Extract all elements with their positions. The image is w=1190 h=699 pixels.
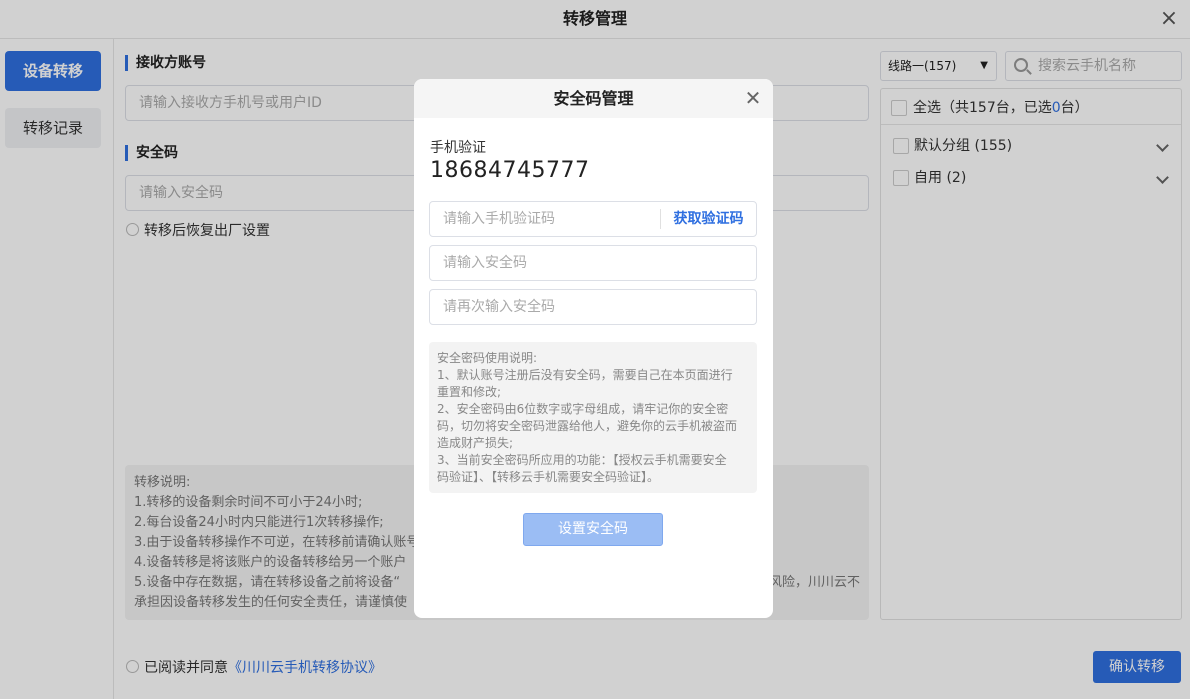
desc-line: 安全密码使用说明: [437, 351, 538, 365]
modal-close-icon[interactable]: ✕ [743, 88, 763, 108]
modal-header: 安全码管理 ✕ [414, 79, 773, 118]
modal-title: 安全码管理 [553, 89, 634, 108]
sms-code-input[interactable]: 请输入手机验证码 获取验证码 [429, 201, 757, 237]
confirm-security-code-input[interactable]: 请再次输入安全码 [429, 289, 757, 325]
desc-line: 码验证】、【转移云手机需要安全码验证】。 [437, 470, 660, 484]
new-security-code-input[interactable]: 请输入安全码 [429, 245, 757, 281]
security-code-modal: 安全码管理 ✕ 手机验证 18684745777 请输入手机验证码 获取验证码 … [414, 79, 773, 618]
desc-line: 重置和修改; [437, 385, 502, 399]
phone-verify-label: 手机验证 [430, 140, 486, 156]
desc-line: 码，切勿将安全密码泄露给他人，避免你的云手机被盗而 [437, 419, 738, 433]
desc-line: 1、默认账号注册后没有安全码，需要自己在本页面进行 [437, 368, 733, 382]
phone-number: 18684745777 [430, 158, 590, 183]
desc-line: 造成财产损失; [437, 436, 514, 450]
desc-line: 2、安全密码由6位数字或字母组成，请牢记你的安全密 [437, 402, 729, 416]
set-security-code-button[interactable]: 设置安全码 [523, 513, 663, 546]
sms-code-placeholder: 请输入手机验证码 [443, 211, 555, 227]
security-code-description: 安全密码使用说明: 1、默认账号注册后没有安全码，需要自己在本页面进行 重置和修… [429, 342, 757, 493]
get-code-button[interactable]: 获取验证码 [660, 209, 756, 229]
desc-line: 3、当前安全密码所应用的功能：【授权云手机需要安全 [437, 453, 727, 467]
